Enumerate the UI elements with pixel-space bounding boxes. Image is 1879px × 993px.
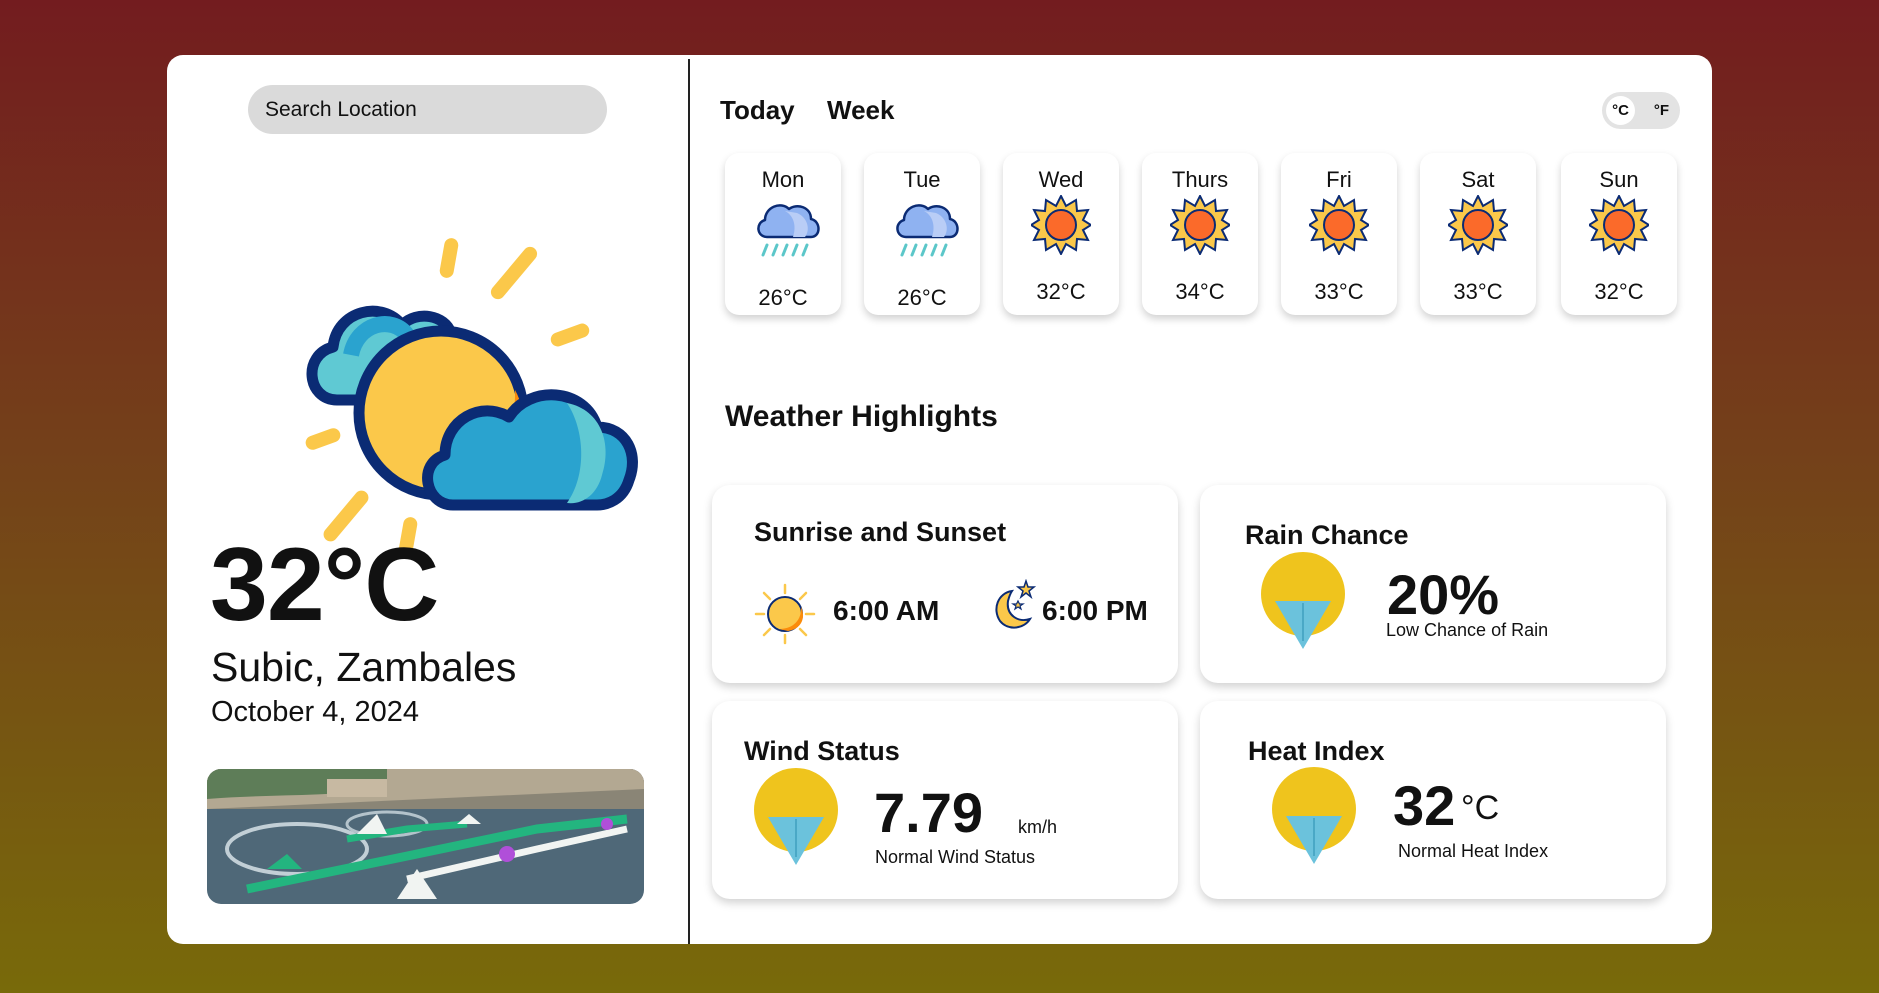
day-card-thurs[interactable]: Thurs 34°C [1142, 153, 1258, 315]
rain-cloud-icon [753, 195, 820, 257]
weather-highlights-title: Weather Highlights [725, 400, 998, 433]
day-card-tue[interactable]: Tue 26°C [864, 153, 980, 315]
current-location: Subic, Zambales [211, 644, 517, 690]
sun-icon [1448, 195, 1508, 255]
search-input[interactable] [248, 85, 607, 134]
wind-gauge-icon [753, 767, 839, 867]
day-temp: 34°C [1175, 279, 1225, 304]
wind-status-desc: Normal Wind Status [875, 847, 1036, 867]
current-date: October 4, 2024 [211, 696, 419, 728]
day-temp: 26°C [758, 285, 808, 310]
wind-speed-value: 7.79 [874, 781, 983, 844]
card-title: Rain Chance [1245, 520, 1409, 550]
card-title: Wind Status [744, 736, 900, 766]
day-name: Thurs [1171, 167, 1229, 192]
day-name: Tue [903, 167, 941, 192]
weather-app-card: 32°C Subic, Zambales October 4, 2024 Tod… [167, 55, 1712, 944]
day-name: Wed [1038, 167, 1084, 192]
sunrise-time: 6:00 AM [833, 595, 940, 626]
day-card-mon[interactable]: Mon 26°C [725, 153, 841, 315]
heat-index-value: 32 [1393, 774, 1456, 837]
heat-index-card: Heat Index 32 °C Normal Heat Index [1200, 701, 1666, 899]
day-temp: 33°C [1453, 279, 1503, 304]
sun-icon [1589, 195, 1649, 255]
sun-icon [1309, 195, 1369, 255]
unit-toggle[interactable]: °C °F [1602, 92, 1680, 129]
day-card-sun[interactable]: Sun 32°C [1561, 153, 1677, 315]
sunrise-icon [754, 583, 816, 645]
rain-chance-card: Rain Chance 20% Low Chance of Rain [1200, 485, 1666, 683]
tab-week[interactable]: Week [827, 95, 894, 126]
day-name: Sun [1599, 167, 1639, 192]
day-name: Mon [761, 167, 805, 192]
moon-icon [984, 579, 1040, 635]
day-card-wed[interactable]: Wed 32°C [1003, 153, 1119, 315]
day-temp: 26°C [897, 285, 947, 310]
sun-icon [1031, 195, 1091, 255]
day-card-sat[interactable]: Sat 33°C [1420, 153, 1536, 315]
rain-cloud-icon [892, 195, 959, 257]
fahrenheit-button[interactable]: °F [1647, 96, 1676, 125]
day-temp: 33°C [1314, 279, 1364, 304]
heat-index-desc: Normal Heat Index [1398, 841, 1549, 861]
panel-divider [688, 59, 690, 944]
tab-today[interactable]: Today [720, 95, 795, 126]
day-temp: 32°C [1594, 279, 1644, 304]
day-card-fri[interactable]: Fri 33°C [1281, 153, 1397, 315]
wind-status-card: Wind Status 7.79 km/h Normal Wind Status [712, 701, 1178, 899]
card-title: Heat Index [1248, 736, 1385, 766]
rain-chance-value: 20% [1387, 563, 1500, 626]
current-temperature: 32°C [210, 527, 439, 643]
rain-chance-desc: Low Chance of Rain [1386, 620, 1549, 640]
heat-index-unit: °C [1461, 789, 1500, 827]
sunset-time: 6:00 PM [1042, 595, 1148, 626]
sun-icon [1170, 195, 1230, 255]
day-name: Fri [1326, 167, 1352, 192]
sunrise-sunset-card: Sunrise and Sunset 6:00 AM 6:00 PM [712, 485, 1178, 683]
day-name: Sat [1461, 167, 1495, 192]
celsius-button[interactable]: °C [1606, 96, 1635, 125]
partly-cloudy-sun-icon [267, 205, 687, 565]
day-temp: 32°C [1036, 279, 1086, 304]
rain-gauge-icon [1260, 551, 1346, 651]
heat-gauge-icon [1271, 766, 1357, 866]
location-photo [207, 769, 644, 904]
wind-speed-unit: km/h [1018, 817, 1058, 837]
card-title: Sunrise and Sunset [754, 517, 1007, 547]
